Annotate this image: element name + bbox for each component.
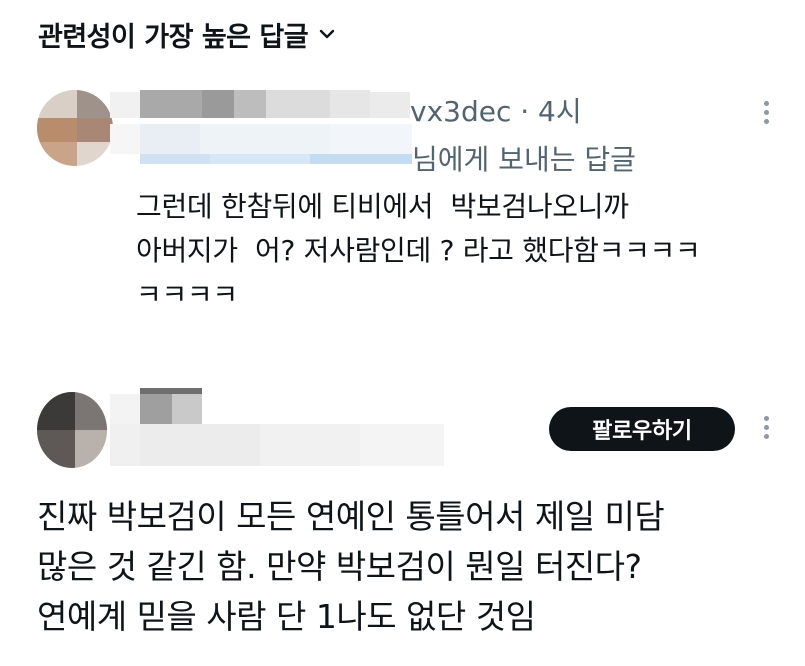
avatar[interactable] (37, 90, 113, 166)
reply-text: 진짜 박보검이 모든 연예인 통틀어서 제일 미담 많은 것 같긴 함. 만약 … (37, 497, 665, 636)
reply-handle-and-time[interactable]: vx3dec · 4시 (410, 90, 582, 130)
sort-dropdown[interactable]: 관련성이 가장 높은 답글 (38, 14, 338, 54)
reply-item[interactable]: 팔로우하기 진짜 박보검이 모든 연예인 통틀어서 제일 미담 많은 것 같긴 … (0, 380, 805, 666)
sort-label: 관련성이 가장 높은 답글 (38, 21, 309, 53)
reply-text: 그런데 한참뒤에 티비에서 박보검나오니까 아버지가 어? 저사람인데 ? 라고… (136, 190, 701, 311)
reply-item[interactable]: vx3dec · 4시 님에게 보내는 답글 그런데 한참뒤에 티비에서 박보검… (0, 80, 805, 340)
follow-button[interactable]: 팔로우하기 (549, 407, 735, 451)
replying-to-label: 님에게 보내는 답글 (412, 143, 636, 176)
more-vertical-icon[interactable] (756, 94, 776, 130)
more-vertical-icon[interactable] (756, 409, 776, 445)
avatar[interactable] (37, 392, 107, 468)
chevron-down-icon (316, 23, 338, 45)
